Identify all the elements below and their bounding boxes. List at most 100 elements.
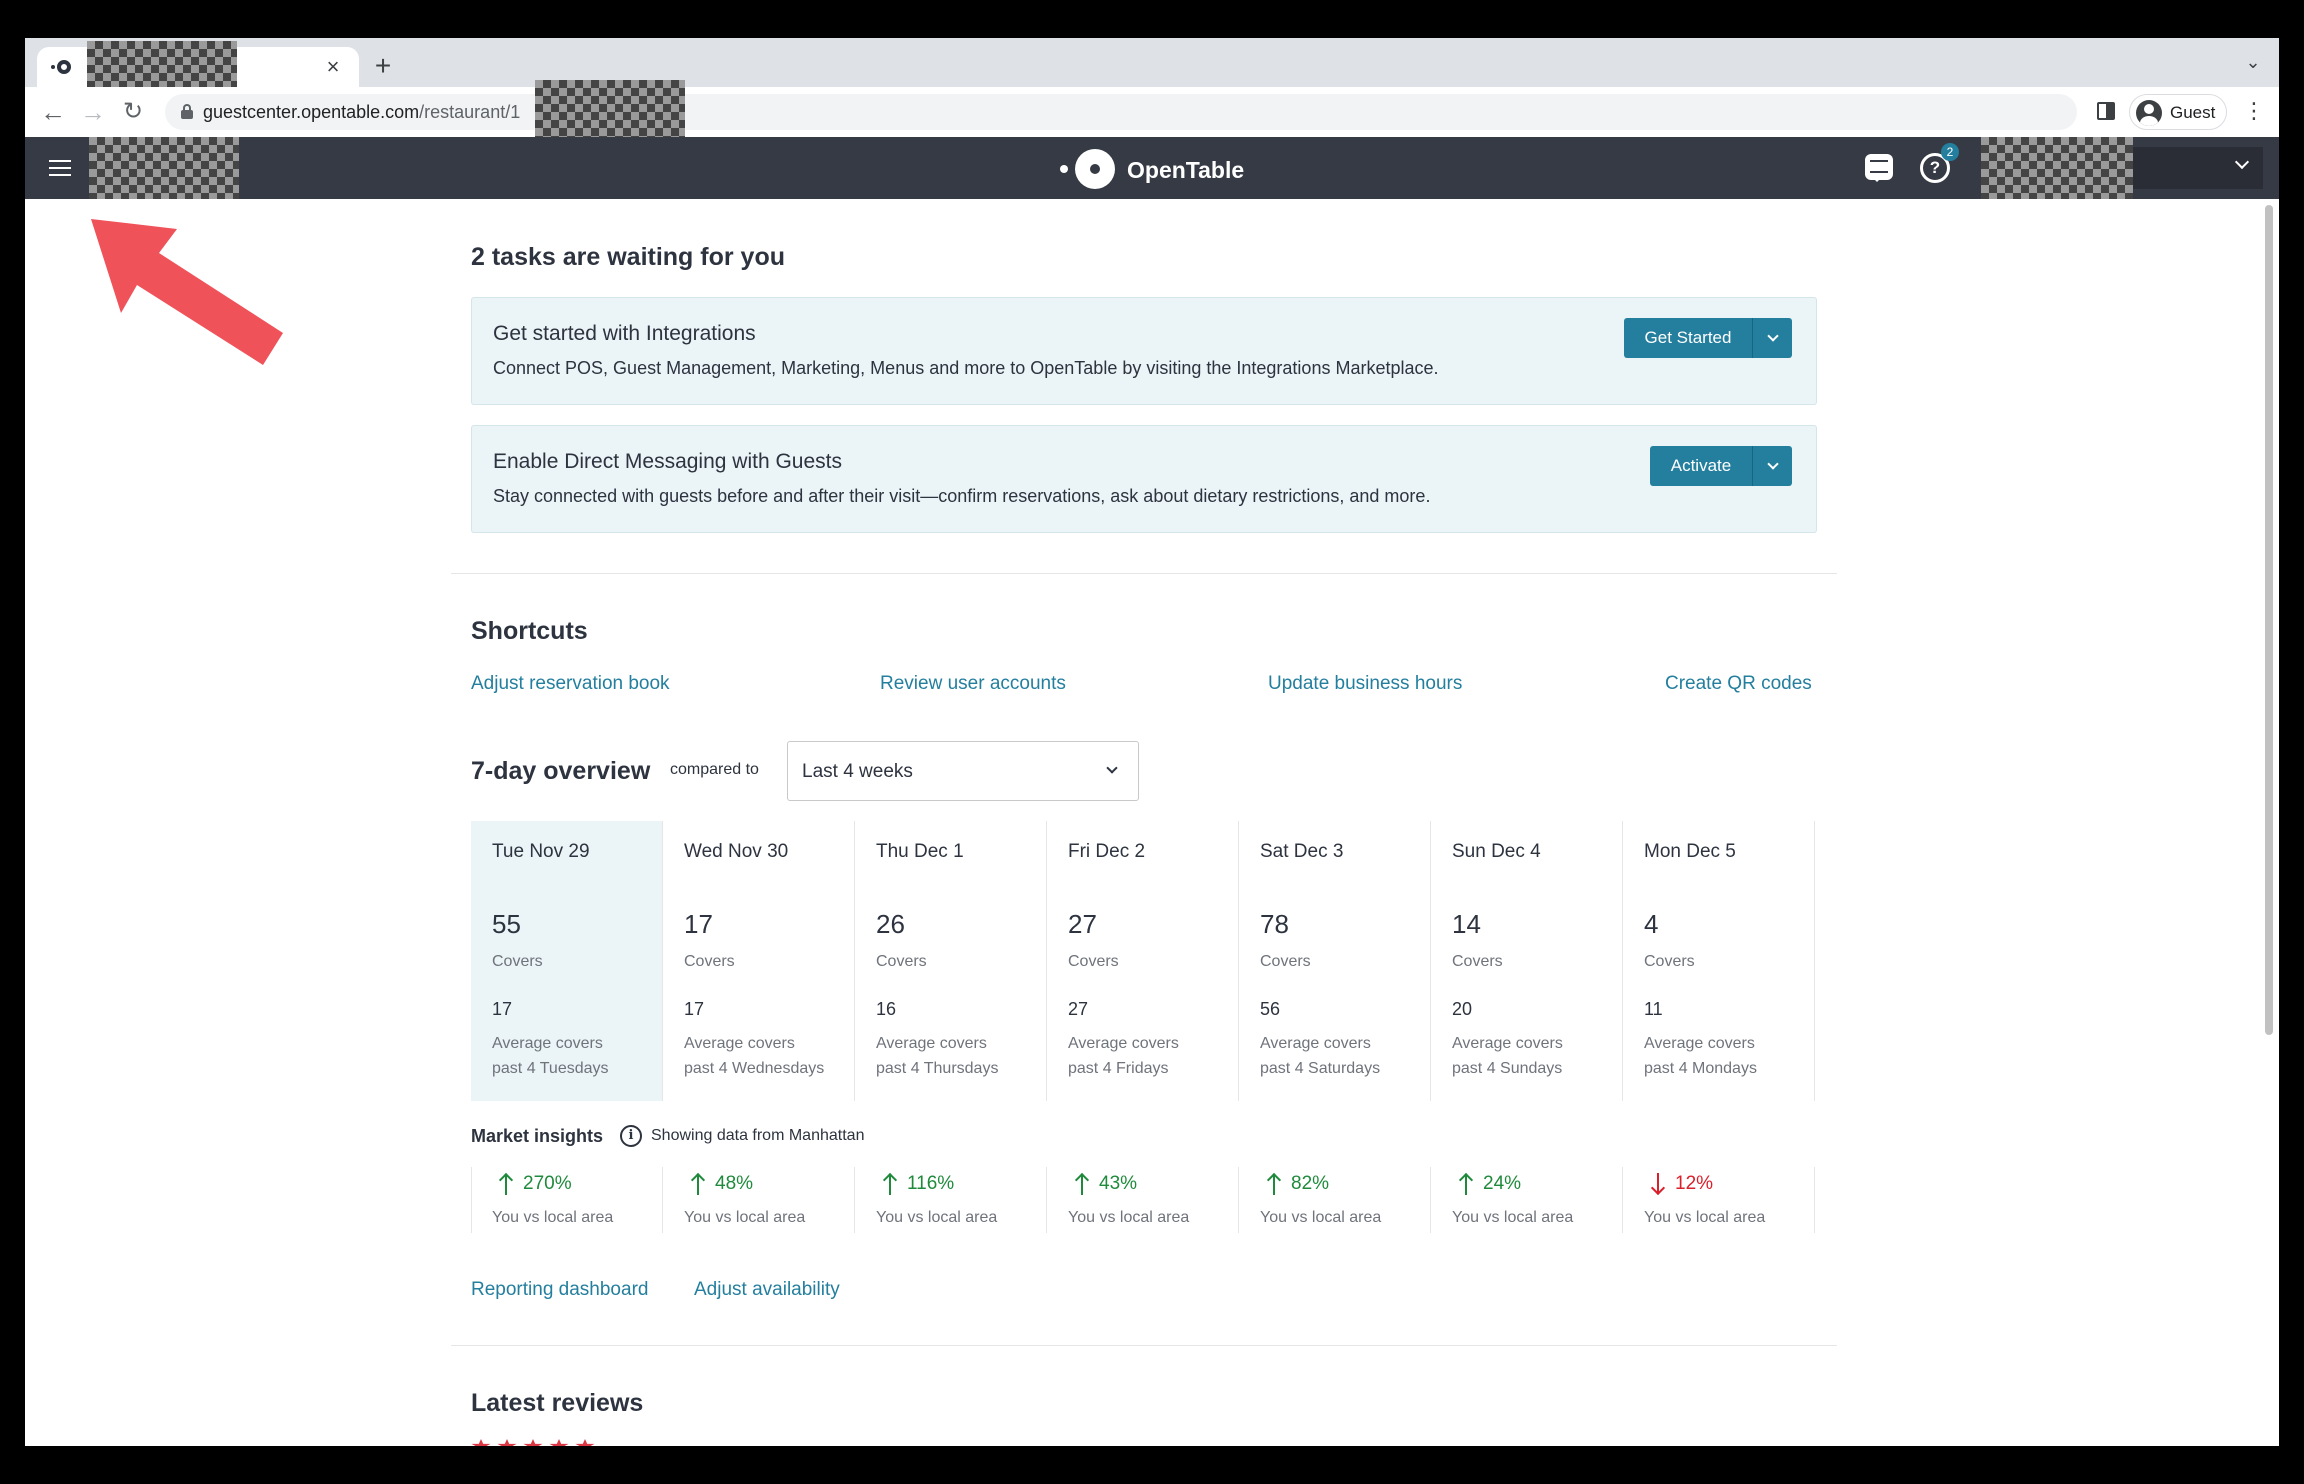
account-dropdown[interactable] (2133, 147, 2263, 189)
reporting-dashboard-link[interactable]: Reporting dashboard (471, 1279, 648, 1301)
day-covers: 4 (1644, 909, 1659, 939)
covers-label: Covers (492, 953, 543, 970)
activate-button[interactable]: Activate (1650, 446, 1752, 486)
market-insight-item: 270% You vs local area (471, 1167, 663, 1233)
column-divider (1814, 821, 1815, 1101)
column-divider (662, 821, 663, 1101)
redacted-restaurant-logo (89, 137, 239, 199)
task-title: Get started with Integrations (493, 322, 756, 345)
average-label: Average covers past 4 Thursdays (876, 1035, 999, 1077)
average-label: Average covers past 4 Tuesdays (492, 1035, 609, 1077)
day-average: 11 (1644, 999, 1663, 1019)
range-select-value: Last 4 weeks (802, 761, 913, 782)
market-percent: 82% (1291, 1173, 1330, 1194)
latest-reviews-heading: Latest reviews (471, 1389, 644, 1417)
day-card[interactable]: Sat Dec 3 78 Covers 56 Average covers pas… (1239, 821, 1431, 1101)
adjust-availability-link[interactable]: Adjust availability (694, 1279, 840, 1301)
average-label: Average covers past 4 Mondays (1644, 1035, 1757, 1077)
day-card[interactable]: Tue Nov 29 55 Covers 17 Average covers pa… (471, 821, 663, 1101)
compared-to-label: compared to (670, 761, 759, 778)
shortcut-adjust-reservation-book[interactable]: Adjust reservation book (471, 673, 670, 695)
opentable-favicon-icon (51, 59, 71, 75)
chevron-down-icon (1767, 458, 1779, 470)
day-card[interactable]: Sun Dec 4 14 Covers 20 Average covers pas… (1431, 821, 1623, 1101)
market-percent: 24% (1483, 1173, 1522, 1194)
market-insight-item: 24% You vs local area (1431, 1167, 1623, 1233)
info-icon[interactable]: i (620, 1125, 642, 1147)
market-percent: 48% (715, 1173, 754, 1194)
day-covers: 26 (876, 909, 905, 939)
day-average: 20 (1452, 999, 1473, 1019)
column-divider (1814, 1167, 1815, 1233)
market-percent: 270% (523, 1173, 572, 1194)
market-percent: 116% (907, 1173, 955, 1194)
arrow-up-icon (1266, 1172, 1282, 1195)
market-compare-label: You vs local area (1068, 1209, 1190, 1226)
day-name: Fri Dec 2 (1068, 841, 1146, 862)
arrow-up-icon (882, 1172, 898, 1195)
day-card[interactable]: Mon Dec 5 4 Covers 11 Average covers past… (1623, 821, 1815, 1101)
browser-menu-icon[interactable]: ⋮ (2243, 99, 2265, 125)
activate-split-button: Activate (1650, 446, 1792, 486)
forward-arrow-icon[interactable]: → (77, 97, 109, 129)
market-percent: 43% (1099, 1173, 1138, 1194)
scrollbar-thumb[interactable] (2265, 205, 2273, 1035)
profile-button[interactable]: Guest (2129, 94, 2227, 130)
day-covers: 14 (1452, 909, 1481, 939)
browser-tab[interactable]: × (37, 41, 359, 95)
market-compare-label: You vs local area (492, 1209, 614, 1226)
tab-search-chevron-icon[interactable]: ⌄ (2241, 52, 2265, 76)
new-tab-icon[interactable]: + (367, 51, 399, 83)
task-title: Enable Direct Messaging with Guests (493, 450, 842, 473)
shortcut-create-qr-codes[interactable]: Create QR codes (1665, 673, 1812, 695)
average-label: Average covers past 4 Wednesdays (684, 1035, 825, 1077)
opentable-logo-icon (1060, 149, 1118, 189)
day-covers: 27 (1068, 909, 1097, 939)
star-icon (497, 1439, 517, 1446)
day-card[interactable]: Fri Dec 2 27 Covers 27 Average covers pas… (1047, 821, 1239, 1101)
day-average: 17 (492, 999, 513, 1019)
tab-close-icon[interactable]: × (319, 53, 347, 81)
section-divider (451, 1345, 1837, 1346)
market-percent: 12% (1675, 1173, 1714, 1194)
reload-icon[interactable]: ↻ (117, 97, 149, 129)
messages-icon[interactable] (1865, 154, 1893, 182)
arrow-up-icon (1074, 1172, 1090, 1195)
market-compare-label: You vs local area (1260, 1209, 1382, 1226)
day-name: Sat Dec 3 (1260, 841, 1344, 862)
day-average: 27 (1068, 999, 1089, 1019)
tab-strip: × + ⌄ (25, 38, 2279, 95)
hamburger-menu-icon[interactable] (49, 158, 71, 178)
day-card[interactable]: Wed Nov 30 17 Covers 17 Average covers pa… (662, 821, 855, 1101)
get-started-split-button: Get Started (1624, 318, 1792, 358)
comparison-range-select[interactable]: Last 4 weeks (787, 741, 1139, 801)
task-description: Stay connected with guests before and af… (493, 486, 1431, 506)
address-bar[interactable]: guestcenter.opentable.com/restaurant/1 (165, 80, 2077, 144)
market-insight-item: 48% You vs local area (663, 1167, 855, 1233)
task-card-integrations: Get started with Integrations Connect PO… (471, 297, 1817, 405)
page-content: 2 tasks are waiting for you Get started … (25, 199, 2279, 1446)
back-arrow-icon[interactable]: ← (37, 97, 69, 129)
day-card[interactable]: Thu Dec 1 26 Covers 16 Average covers pas… (855, 821, 1047, 1101)
arrow-up-icon (498, 1172, 514, 1195)
day-covers: 55 (492, 909, 521, 939)
shortcut-review-user-accounts[interactable]: Review user accounts (880, 673, 1066, 695)
side-panel-icon[interactable] (2097, 102, 2115, 120)
activate-options-button[interactable] (1752, 446, 1792, 486)
lock-icon (181, 104, 193, 119)
arrow-up-icon (1458, 1172, 1474, 1195)
star-icon (575, 1439, 595, 1446)
section-divider (451, 573, 1837, 574)
star-icon (523, 1439, 543, 1446)
market-compare-label: You vs local area (876, 1209, 998, 1226)
average-label: Average covers past 4 Sundays (1452, 1035, 1563, 1077)
browser-toolbar: ← → ↻ guestcenter.opentable.com/restaura… (25, 80, 2279, 144)
market-insight-item: 82% You vs local area (1239, 1167, 1431, 1233)
shortcut-update-business-hours[interactable]: Update business hours (1268, 673, 1462, 695)
day-name: Wed Nov 30 (684, 841, 789, 862)
covers-label: Covers (1452, 953, 1503, 970)
day-name: Thu Dec 1 (876, 841, 964, 862)
day-covers: 78 (1260, 909, 1289, 939)
get-started-options-button[interactable] (1752, 318, 1792, 358)
get-started-button[interactable]: Get Started (1624, 318, 1752, 358)
